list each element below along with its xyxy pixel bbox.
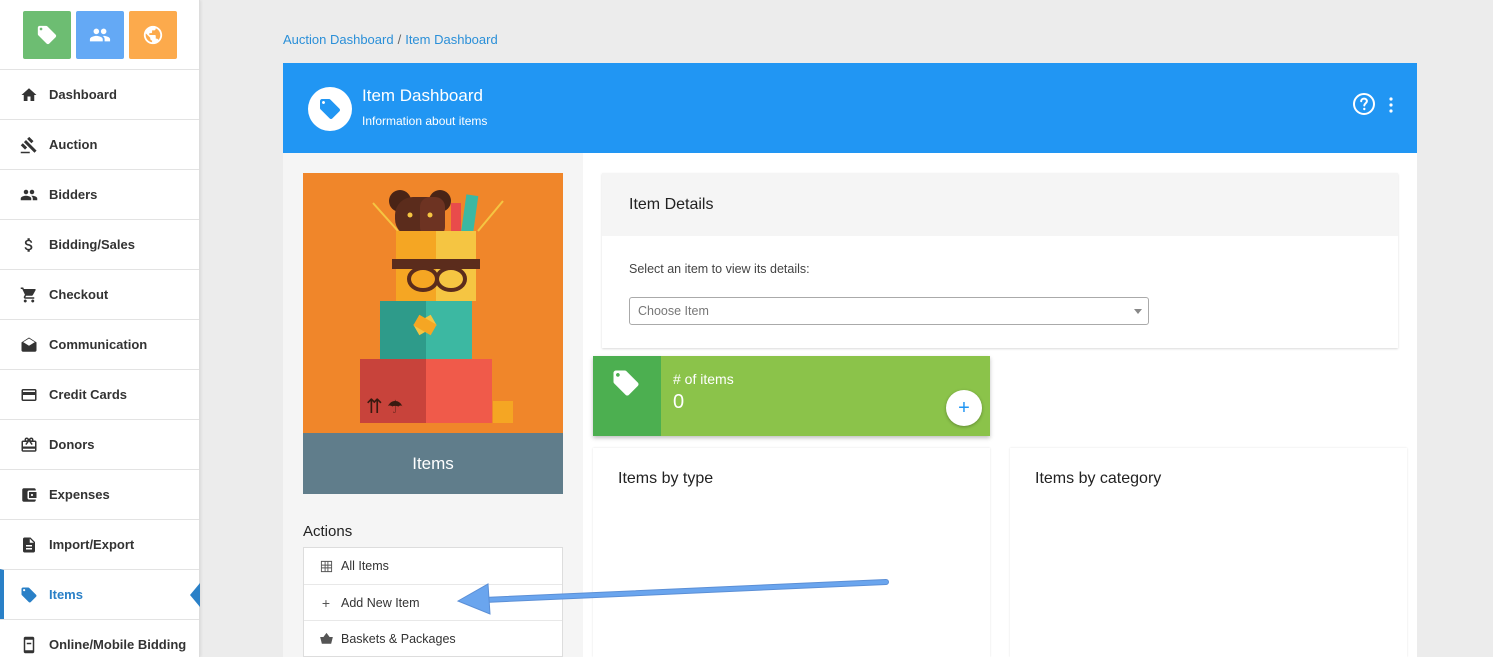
actions-title: Actions: [303, 523, 353, 540]
panel-title: Items by type: [618, 470, 714, 487]
tag-icon[interactable]: [22, 10, 71, 59]
wallet-icon: [22, 487, 37, 502]
svg-text:⇈: ⇈: [366, 394, 383, 418]
breadcrumb-auction-dashboard[interactable]: Auction Dashboard: [283, 32, 394, 47]
breadcrumb-separator: /: [397, 32, 402, 47]
sidebar-item-items[interactable]: Items: [0, 569, 200, 619]
annotation-arrow: [456, 579, 889, 615]
gift-icon: [21, 437, 37, 452]
item-details-label: Select an item to view its details:: [629, 262, 810, 276]
sidebar-item-label: Online/Mobile Bidding: [49, 637, 187, 652]
breadcrumb-item-dashboard[interactable]: Item Dashboard: [405, 32, 498, 47]
sidebar-item-label: Auction: [49, 137, 98, 152]
people-icon: [20, 189, 38, 200]
tag-icon: [320, 99, 340, 119]
sidebar-item-credit-cards[interactable]: Credit Cards: [0, 369, 199, 419]
item-details-card: Item Details Select an item to view its …: [602, 173, 1398, 348]
svg-text:☂: ☂: [387, 397, 403, 418]
basket-icon: [319, 632, 333, 644]
sidebar-item-bidding-sales[interactable]: Bidding/Sales: [0, 219, 199, 269]
sidebar-item-label: Checkout: [49, 287, 109, 302]
action-label: Baskets & Packages: [341, 631, 456, 646]
chevron-down-icon: [1134, 309, 1142, 314]
home-icon: [21, 87, 37, 101]
dollar-icon: [24, 237, 33, 252]
stat-icon-box: [593, 356, 661, 436]
mobile-icon: [23, 636, 35, 653]
items-count-card: # of items 0 +: [593, 356, 990, 436]
stat-label: # of items: [673, 371, 734, 387]
sidebar-item-communication[interactable]: Communication: [0, 319, 199, 369]
page-title: Item Dashboard: [362, 86, 483, 105]
tag-icon: [613, 370, 639, 396]
people-icon[interactable]: [75, 10, 124, 59]
sidebar-item-online-mobile-bidding[interactable]: Online/Mobile Bidding: [0, 619, 199, 657]
hero-caption: Items: [303, 433, 563, 494]
stat-value: 0: [673, 391, 685, 413]
action-label: All Items: [341, 559, 389, 573]
choose-item-select[interactable]: Choose Item: [629, 297, 1149, 325]
sidebar-item-label: Items: [49, 587, 83, 602]
mail-icon: [21, 337, 37, 352]
sidebar-item-label: Bidding/Sales: [49, 237, 135, 252]
grid-icon: [320, 560, 332, 572]
tag-icon: [21, 587, 37, 602]
plus-icon: +: [321, 594, 331, 611]
sidebar-item-expenses[interactable]: Expenses: [0, 469, 199, 519]
items-illustration: ⇈ ☂: [303, 173, 563, 433]
add-item-button[interactable]: +: [946, 390, 982, 426]
page-subtitle: Information about items: [362, 114, 488, 128]
items-by-type-panel: Items by type: [593, 448, 990, 657]
sidebar-item-label: Credit Cards: [49, 387, 128, 402]
action-label: Add New Item: [341, 595, 420, 610]
sidebar-item-donors[interactable]: Donors: [0, 419, 199, 469]
sidebar-item-label: Bidders: [49, 187, 98, 202]
select-placeholder: Choose Item: [638, 304, 709, 318]
breadcrumb: Auction Dashboard / Item Dashboard: [283, 32, 498, 47]
sidebar-item-label: Expenses: [49, 487, 110, 502]
help-icon[interactable]: [1352, 92, 1376, 116]
sidebar: Dashboard Auction Bidders Bidding/Sales …: [0, 0, 200, 657]
globe-icon[interactable]: [128, 10, 177, 59]
sidebar-item-auction[interactable]: Auction: [0, 119, 199, 169]
sidebar-item-bidders[interactable]: Bidders: [0, 169, 199, 219]
sidebar-item-label: Dashboard: [49, 87, 117, 102]
credit-card-icon: [21, 388, 37, 401]
sidebar-item-import-export[interactable]: Import/Export: [0, 519, 199, 569]
item-details-title: Item Details: [602, 173, 1398, 236]
items-by-category-panel: Items by category: [1010, 448, 1407, 657]
top-icons: [0, 0, 199, 69]
panel-title: Items by category: [1035, 470, 1162, 487]
sidebar-item-label: Communication: [49, 337, 148, 352]
gavel-icon: [20, 136, 37, 153]
sidebar-item-checkout[interactable]: Checkout: [0, 269, 199, 319]
sidebar-item-label: Import/Export: [49, 537, 135, 552]
cart-icon: [20, 287, 36, 302]
sidebar-item-label: Donors: [49, 437, 95, 452]
action-baskets-packages[interactable]: Baskets & Packages: [304, 620, 562, 656]
document-icon: [23, 537, 35, 552]
sidebar-nav: Dashboard Auction Bidders Bidding/Sales …: [0, 69, 200, 657]
header-avatar: [308, 87, 352, 131]
more-vert-icon[interactable]: [1385, 96, 1397, 114]
sidebar-item-dashboard[interactable]: Dashboard: [0, 69, 199, 119]
page-header: Item Dashboard Information about items: [283, 63, 1417, 153]
